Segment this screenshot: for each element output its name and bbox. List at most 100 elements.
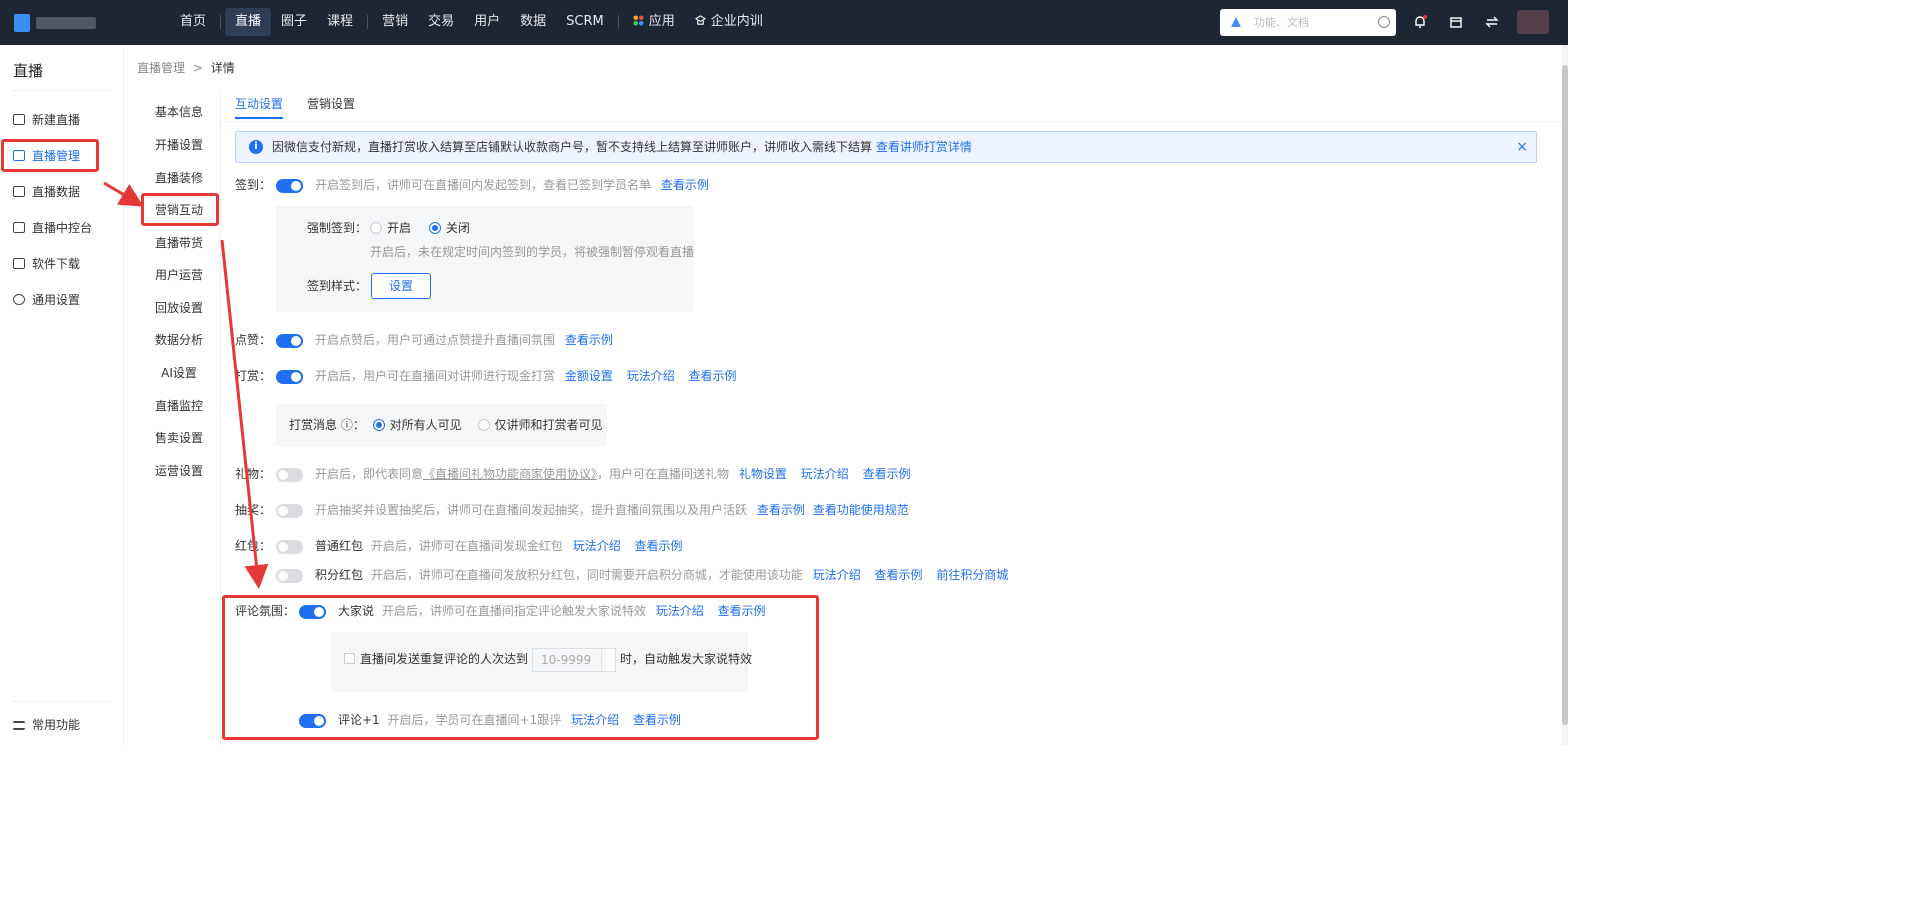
force-signin-options: 开启 关闭 [370,219,470,237]
reward-limited-option[interactable]: 仅讲师和打赏者可见 [477,418,603,432]
sidebar-common-functions[interactable]: 常用功能 [13,715,80,735]
normal-redpacket-example-link[interactable]: 查看示例 [635,539,683,553]
repeat-comment-checkbox[interactable] [344,653,355,664]
breadcrumb-parent[interactable]: 直播管理 [137,61,185,75]
close-icon[interactable]: × [1516,132,1528,162]
lottery-rules-link[interactable]: 查看功能使用规范 [813,503,909,517]
plus-one-toggle[interactable] [299,714,326,728]
signin-style-label: 签到样式： [307,279,368,293]
signin-label: 签到： [235,178,272,192]
sidebar-item-settings[interactable]: 通用设置 [13,290,80,310]
subnav-start-settings[interactable]: 开播设置 [137,135,221,155]
points-mall-link[interactable]: 前往积分商城 [936,568,1008,582]
subnav-ai-settings[interactable]: AI设置 [137,363,221,383]
nav-trade[interactable]: 交易 [418,8,464,36]
search-input[interactable]: 功能、文档 [1220,9,1396,36]
signin-style-button[interactable]: 设置 [371,273,431,299]
points-redpacket-howto-link[interactable]: 玩法介绍 [813,568,861,582]
gift-row: 开启后，即代表同意《直播间礼物功能商家使用协议》，用户可在直播间送礼物 礼物设置… [315,465,911,483]
subnav-sale-settings[interactable]: 售卖设置 [137,428,221,448]
nav-apps[interactable]: 应用 [623,8,685,36]
avatar[interactable] [1517,10,1549,34]
nav-marketing[interactable]: 营销 [372,8,418,36]
list-box-icon [13,150,25,161]
subnav-marketing-interaction[interactable]: 营销互动 [137,200,221,220]
brand-logo[interactable] [14,11,96,37]
redpacket-label: 红包： [235,539,272,553]
nav-live[interactable]: 直播 [225,8,272,36]
nav-course[interactable]: 课程 [317,8,363,36]
subnav-basic-info[interactable]: 基本信息 [137,102,221,122]
plus-one-example-link[interactable]: 查看示例 [633,713,681,727]
gift-settings-link[interactable]: 礼物设置 [739,467,787,481]
lottery-toggle[interactable] [276,504,303,518]
reward-howto-link[interactable]: 玩法介绍 [627,369,675,383]
nav-training[interactable]: 企业内训 [685,8,773,36]
nav-scrm[interactable]: SCRM [556,8,614,36]
stepper-icon[interactable] [601,648,616,671]
points-redpacket-desc: 开启后，讲师可在直播间发放积分红包，同时需要开启积分商城，才能使用该功能 [370,568,803,582]
gift-example-link[interactable]: 查看示例 [863,467,911,481]
gift-howto-link[interactable]: 玩法介绍 [801,467,849,481]
sidebar-divider [12,701,112,702]
signin-toggle[interactable] [276,179,303,193]
normal-redpacket-howto-link[interactable]: 玩法介绍 [573,539,621,553]
switch-icon[interactable] [1484,14,1500,30]
everyone-says-howto-link[interactable]: 玩法介绍 [656,604,704,618]
search-icon[interactable] [1378,16,1390,28]
sidebar-item-download[interactable]: 软件下载 [13,254,80,274]
subnav-replay[interactable]: 回放设置 [137,298,221,318]
reward-all-option[interactable]: 对所有人可见 [372,418,462,432]
notice-link[interactable]: 查看讲师打赏详情 [876,140,972,154]
tab-interaction[interactable]: 互动设置 [235,95,284,119]
gift-agreement-link[interactable]: 《直播间礼物功能商家使用协议》 [423,467,597,481]
gift-toggle[interactable] [276,468,303,482]
subnav-live-selling[interactable]: 直播带货 [137,233,221,253]
normal-redpacket-toggle[interactable] [276,540,303,554]
tab-marketing[interactable]: 营销设置 [307,95,355,112]
plus-one-howto-link[interactable]: 玩法介绍 [571,713,619,727]
subnav-ops-settings[interactable]: 运营设置 [137,461,221,481]
subnav-decoration[interactable]: 直播装修 [137,168,221,188]
bell-icon[interactable] [1412,14,1428,30]
reward-example-link[interactable]: 查看示例 [689,369,737,383]
sidebar: 直播 新建直播 直播管理 直播数据 直播中控台 软件下载 通用设置 常用功能 [0,45,124,745]
page-scrollbar[interactable] [1562,45,1568,745]
repeat-count-placeholder: 10-9999 [541,652,592,667]
nav-divider [220,15,222,29]
points-redpacket-example-link[interactable]: 查看示例 [875,568,923,582]
normal-redpacket-row: 普通红包 开启后，讲师可在直播间发现金红包 玩法介绍 查看示例 [315,537,683,555]
like-example-link[interactable]: 查看示例 [565,333,613,347]
sidebar-item-live-manage[interactable]: 直播管理 [13,146,80,166]
points-redpacket-row: 积分红包 开启后，讲师可在直播间发放积分红包，同时需要开启积分商城，才能使用该功… [315,566,1008,584]
reward-toggle[interactable] [276,370,303,384]
signin-row: 开启签到后，讲师可在直播间内发起签到，查看已签到学员名单 查看示例 [315,176,709,194]
nav-data[interactable]: 数据 [510,8,556,36]
reward-amount-link[interactable]: 金额设置 [565,369,613,383]
nav-divider [367,15,369,29]
gift-desc-pre: 开启后，即代表同意 [315,467,424,481]
sidebar-item-live-data[interactable]: 直播数据 [13,182,80,202]
everyone-says-example-link[interactable]: 查看示例 [718,604,766,618]
lottery-example-link[interactable]: 查看示例 [757,503,805,517]
subnav-user-ops[interactable]: 用户运营 [137,265,221,285]
signin-example-link[interactable]: 查看示例 [661,178,709,192]
scrollbar-thumb[interactable] [1562,65,1568,725]
sidebar-item-new-live[interactable]: 新建直播 [13,110,80,130]
nav-users[interactable]: 用户 [464,8,510,36]
sidebar-item-console[interactable]: 直播中控台 [13,218,92,238]
force-on-option[interactable]: 开启 [370,221,411,235]
nav-circle[interactable]: 圈子 [271,8,317,36]
everyone-says-toggle[interactable] [299,605,326,619]
menu-icon [13,721,25,730]
subnav-analytics[interactable]: 数据分析 [137,330,221,350]
force-signin-label: 强制签到： [307,221,368,235]
nav-training-label: 企业内训 [710,14,763,29]
nav-home[interactable]: 首页 [170,8,216,36]
subnav-monitor[interactable]: 直播监控 [137,396,221,416]
like-toggle[interactable] [276,334,303,348]
store-icon[interactable] [1448,14,1464,30]
points-redpacket-toggle[interactable] [276,569,303,583]
repeat-count-input[interactable]: 10-9999 [532,647,617,672]
force-off-option[interactable]: 关闭 [428,221,470,235]
